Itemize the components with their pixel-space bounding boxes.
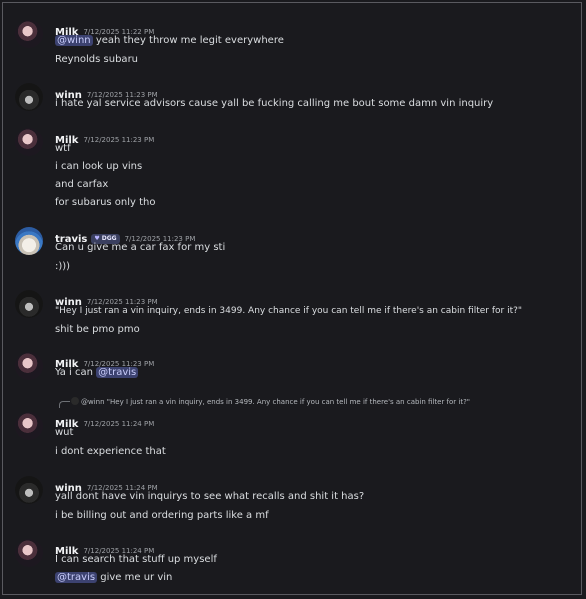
message-text: i hate yal service advisors cause yall b… bbox=[55, 98, 494, 109]
avatar[interactable] bbox=[15, 227, 43, 255]
avatar[interactable] bbox=[15, 539, 43, 567]
mention[interactable]: @travis bbox=[96, 367, 139, 378]
reply-connector bbox=[59, 401, 70, 408]
message-header: Milk 7/12/2025 11:24 PM bbox=[55, 539, 154, 557]
message-text: I can search that stuff up myself bbox=[55, 554, 217, 565]
message-text: i be billing out and ordering parts like… bbox=[55, 510, 269, 521]
mention[interactable]: @travis bbox=[55, 572, 98, 583]
message-header: winn 7/12/2025 11:24 PM bbox=[55, 476, 158, 494]
reply-preview[interactable]: @winn "Hey I just ran a vin inquiry, end… bbox=[71, 397, 470, 406]
avatar[interactable] bbox=[15, 20, 43, 48]
message-text-span: Ya i can bbox=[55, 367, 93, 378]
message-text: Can u give me a car fax for my sti bbox=[55, 242, 226, 253]
message-text: Reynolds subaru bbox=[55, 54, 139, 65]
message-text: wut bbox=[55, 427, 74, 438]
message-text-span: give me ur vin bbox=[100, 572, 173, 583]
message-text: and carfax bbox=[55, 179, 109, 190]
message-text: wtf bbox=[55, 143, 71, 154]
message-header: travis ♥ DGG 7/12/2025 11:23 PM bbox=[55, 227, 195, 245]
message-header: winn 7/12/2025 11:23 PM bbox=[55, 290, 158, 308]
message-header: winn 7/12/2025 11:23 PM bbox=[55, 83, 158, 101]
message-text: i dont experience that bbox=[55, 446, 166, 457]
message-text: Ya i can @travis bbox=[55, 366, 139, 380]
avatar[interactable] bbox=[15, 290, 43, 318]
avatar[interactable] bbox=[15, 476, 43, 504]
message-header: Milk 7/12/2025 11:23 PM bbox=[55, 352, 154, 370]
message-text: "Hey I just ran a vin inquiry, ends in 3… bbox=[55, 306, 523, 316]
message-header: Milk 7/12/2025 11:22 PM bbox=[55, 20, 154, 38]
avatar[interactable] bbox=[15, 352, 43, 380]
timestamp: 7/12/2025 11:24 PM bbox=[83, 420, 155, 428]
timestamp: 7/12/2025 11:23 PM bbox=[83, 136, 155, 144]
message-text: :))) bbox=[55, 261, 71, 272]
mention[interactable]: @winn bbox=[55, 35, 93, 46]
reply-text: "Hey I just ran a vin inquiry, ends in 3… bbox=[106, 398, 471, 406]
chat-log: Milk 7/12/2025 11:22 PM @winn yeah they t… bbox=[2, 2, 582, 595]
message-header: Milk 7/12/2025 11:23 PM bbox=[55, 128, 155, 146]
message-header: Milk 7/12/2025 11:24 PM bbox=[55, 412, 155, 430]
message-text: for subarus only tho bbox=[55, 197, 156, 208]
message-text: yall dont have vin inquirys to see what … bbox=[55, 491, 365, 502]
avatar[interactable] bbox=[15, 128, 43, 156]
avatar[interactable] bbox=[15, 83, 43, 111]
message-text: i can look up vins bbox=[55, 161, 143, 172]
avatar[interactable] bbox=[15, 412, 43, 440]
reply-mention: @winn bbox=[81, 398, 105, 406]
message-text: @travis give me ur vin bbox=[55, 571, 172, 585]
reply-avatar bbox=[71, 397, 79, 405]
message-text: shit be pmo pmo bbox=[55, 324, 140, 335]
message-text: @winn yeah they throw me legit everywher… bbox=[55, 34, 284, 48]
message-text-span: yeah they throw me legit everywhere bbox=[95, 35, 284, 46]
